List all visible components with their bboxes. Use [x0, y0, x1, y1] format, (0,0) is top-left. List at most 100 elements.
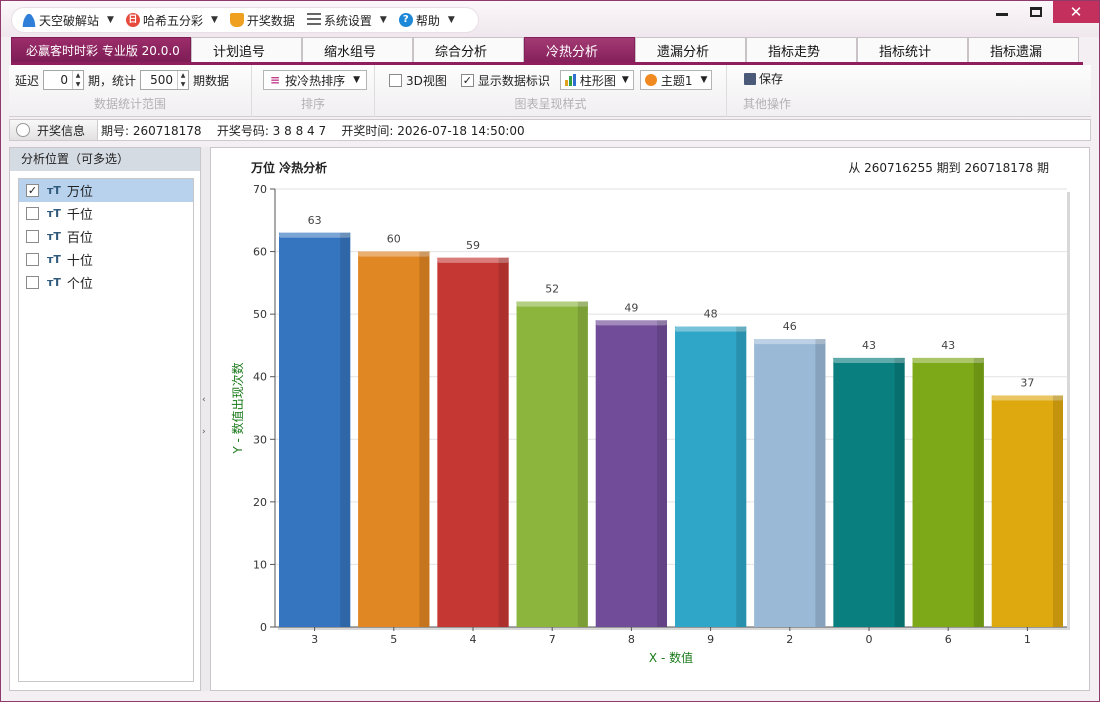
menu-settings[interactable]: 系统设置 ▼ — [306, 12, 387, 29]
position-item-bai[interactable]: ᴛT 百位 — [19, 225, 193, 248]
title-bar: 天空破解站 ▼ 日 哈希五分彩 ▼ 开奖数据 系统设置 ▼ ? 帮助 ▼ ✕ — [1, 1, 1099, 37]
save-label: 保存 — [759, 72, 784, 86]
position-label: 个位 — [66, 277, 93, 292]
show-labels-label: 显示数据标识 — [477, 73, 550, 88]
count-stepper[interactable]: 500 ▲ ▼ — [140, 70, 190, 90]
draw-info-text: 期号: 260718178 开奖号码: 3 8 8 4 7 开奖时间: 2026… — [101, 123, 525, 138]
tab-indicator-trend[interactable]: 指标走势 — [746, 37, 857, 62]
main-tabs: 必赢客时时彩 专业版 20.0.0 计划追号 缩水组号 综合分析 冷热分析 遗漏… — [11, 37, 1083, 65]
tab-overall[interactable]: 综合分析 — [413, 37, 524, 62]
draw-info-button-label: 开奖信息 — [37, 123, 86, 138]
x-tick-label: 1 — [1024, 633, 1031, 646]
position-checkbox[interactable]: ✓ — [26, 184, 39, 197]
menu-lottery-label: 哈希五分彩 — [142, 13, 203, 28]
stepper-arrows-icon[interactable]: ▲ ▼ — [177, 71, 188, 89]
position-item-wan[interactable]: ✓ ᴛT 万位 — [19, 179, 193, 202]
bar-edge — [498, 257, 509, 627]
tab-indicator-stats[interactable]: 指标统计 — [857, 37, 968, 62]
panel-splitter[interactable]: ‹ › — [201, 147, 210, 691]
minimize-button[interactable] — [985, 1, 1019, 23]
sort-label: 按冷热排序 — [285, 73, 346, 88]
data-label: 60 — [387, 233, 401, 246]
close-icon: ✕ — [1069, 3, 1083, 21]
delay-value[interactable]: 0 — [44, 73, 72, 87]
window-controls: ✕ — [985, 1, 1099, 25]
menu-help[interactable]: ? 帮助 ▼ — [398, 12, 455, 29]
tab-hot-cold[interactable]: 冷热分析 — [524, 37, 635, 62]
chart-type-label: 柱形图 — [579, 73, 616, 88]
count-suffix: 期数据 — [193, 73, 230, 88]
chevron-down-icon: ▼ — [107, 15, 114, 25]
text-field-icon: ᴛT — [47, 184, 61, 197]
bar-edge — [815, 339, 826, 627]
data-label: 52 — [545, 283, 559, 296]
chevron-down-icon: ▼ — [621, 75, 629, 85]
bar-overlay — [358, 251, 430, 628]
y-axis-label: Y - 数值出现次数 — [230, 362, 245, 454]
tab-reduce[interactable]: 缩水组号 — [302, 37, 413, 62]
chevron-down-icon: ▼ — [700, 75, 708, 85]
x-tick-label: 6 — [945, 633, 952, 646]
group-other: 保存 其他操作 — [727, 65, 807, 117]
position-label: 千位 — [66, 208, 93, 223]
theme-label: 主题1 — [660, 73, 693, 88]
menu-lottery[interactable]: 日 哈希五分彩 ▼ — [125, 12, 218, 29]
view3d-checkbox[interactable] — [389, 73, 402, 87]
chevron-down-icon: ▼ — [210, 15, 218, 25]
chart-panel: 万位 冷热分析 从 260716255 期到 260718178 期 0 10 20… — [210, 147, 1090, 691]
hash-icon: 日 — [125, 13, 140, 27]
menu-draw-data[interactable]: 开奖数据 — [229, 12, 295, 29]
data-label: 46 — [783, 320, 797, 333]
ribbon-toolbar: 延迟 0 ▲▼ 期，统计 500 ▲▼ 期数据 数据统计范围 ≡ 按冷热排序 — [9, 65, 1091, 117]
position-checkbox[interactable] — [26, 230, 39, 243]
save-icon — [744, 72, 756, 85]
delay-stepper[interactable]: 0 ▲ ▼ — [43, 70, 85, 90]
theme-icon — [644, 74, 657, 86]
position-checkbox[interactable] — [26, 253, 39, 266]
stepper-arrows-icon[interactable]: ▲ ▼ — [72, 71, 83, 89]
show-labels-checkbox[interactable]: ✓ — [460, 73, 474, 87]
help-icon: ? — [398, 13, 413, 27]
position-item-qian[interactable]: ᴛT 千位 — [19, 202, 193, 225]
bar-overlay — [516, 301, 588, 627]
bar-highlight — [912, 357, 984, 363]
text-field-icon: ᴛT — [47, 230, 61, 243]
position-checkbox[interactable] — [26, 276, 39, 289]
tab-plan[interactable]: 计划追号 — [191, 37, 302, 62]
close-button[interactable]: ✕ — [1053, 1, 1099, 23]
chart-type-dropdown[interactable]: 柱形图 ▼ — [559, 70, 634, 90]
delay-label: 延迟 — [15, 73, 40, 88]
save-button[interactable]: 保存 — [744, 70, 783, 87]
theme-dropdown[interactable]: 主题1 ▼ — [639, 70, 713, 90]
draw-info-button[interactable]: 开奖信息 — [10, 120, 98, 140]
bar-highlight — [754, 339, 826, 345]
tab-brand[interactable]: 必赢客时时彩 专业版 20.0.0 — [11, 37, 191, 62]
position-item-ge[interactable]: ᴛT 个位 — [19, 271, 193, 294]
expand-right-icon[interactable]: › — [202, 427, 206, 437]
x-tick-label: 0 — [866, 633, 873, 646]
position-item-shi[interactable]: ᴛT 十位 — [19, 248, 193, 271]
draw-info-bar: 开奖信息 期号: 260718178 开奖号码: 3 8 8 4 7 开奖时间:… — [9, 119, 1091, 141]
group-other-label: 其他操作 — [742, 97, 791, 111]
group-sort: ≡ 按冷热排序 ▼ 排序 — [252, 65, 375, 117]
bar-highlight — [595, 320, 667, 326]
maximize-button[interactable] — [1019, 1, 1053, 23]
bar-overlay — [595, 320, 667, 627]
bar-overlay — [833, 357, 905, 627]
view3d-label: 3D视图 — [406, 73, 447, 88]
menu-site[interactable]: 天空破解站 ▼ — [22, 12, 114, 29]
tab-indicator-missing[interactable]: 指标遗漏 — [968, 37, 1079, 62]
period-label: 期，统计 — [88, 73, 137, 88]
bar-chart-icon — [564, 74, 576, 86]
data-label: 63 — [308, 214, 322, 227]
group-stat-range-label: 数据统计范围 — [93, 97, 166, 111]
y-tick-label: 10 — [253, 558, 267, 571]
tab-missing[interactable]: 遗漏分析 — [635, 37, 746, 62]
count-value[interactable]: 500 — [141, 73, 177, 87]
collapse-left-icon[interactable]: ‹ — [202, 395, 206, 405]
bar-highlight — [675, 326, 747, 332]
chart-title: 万位 冷热分析 — [251, 161, 328, 175]
sort-dropdown[interactable]: ≡ 按冷热排序 ▼ — [263, 70, 367, 90]
position-checkbox[interactable] — [26, 207, 39, 220]
bar-edge — [577, 301, 588, 627]
